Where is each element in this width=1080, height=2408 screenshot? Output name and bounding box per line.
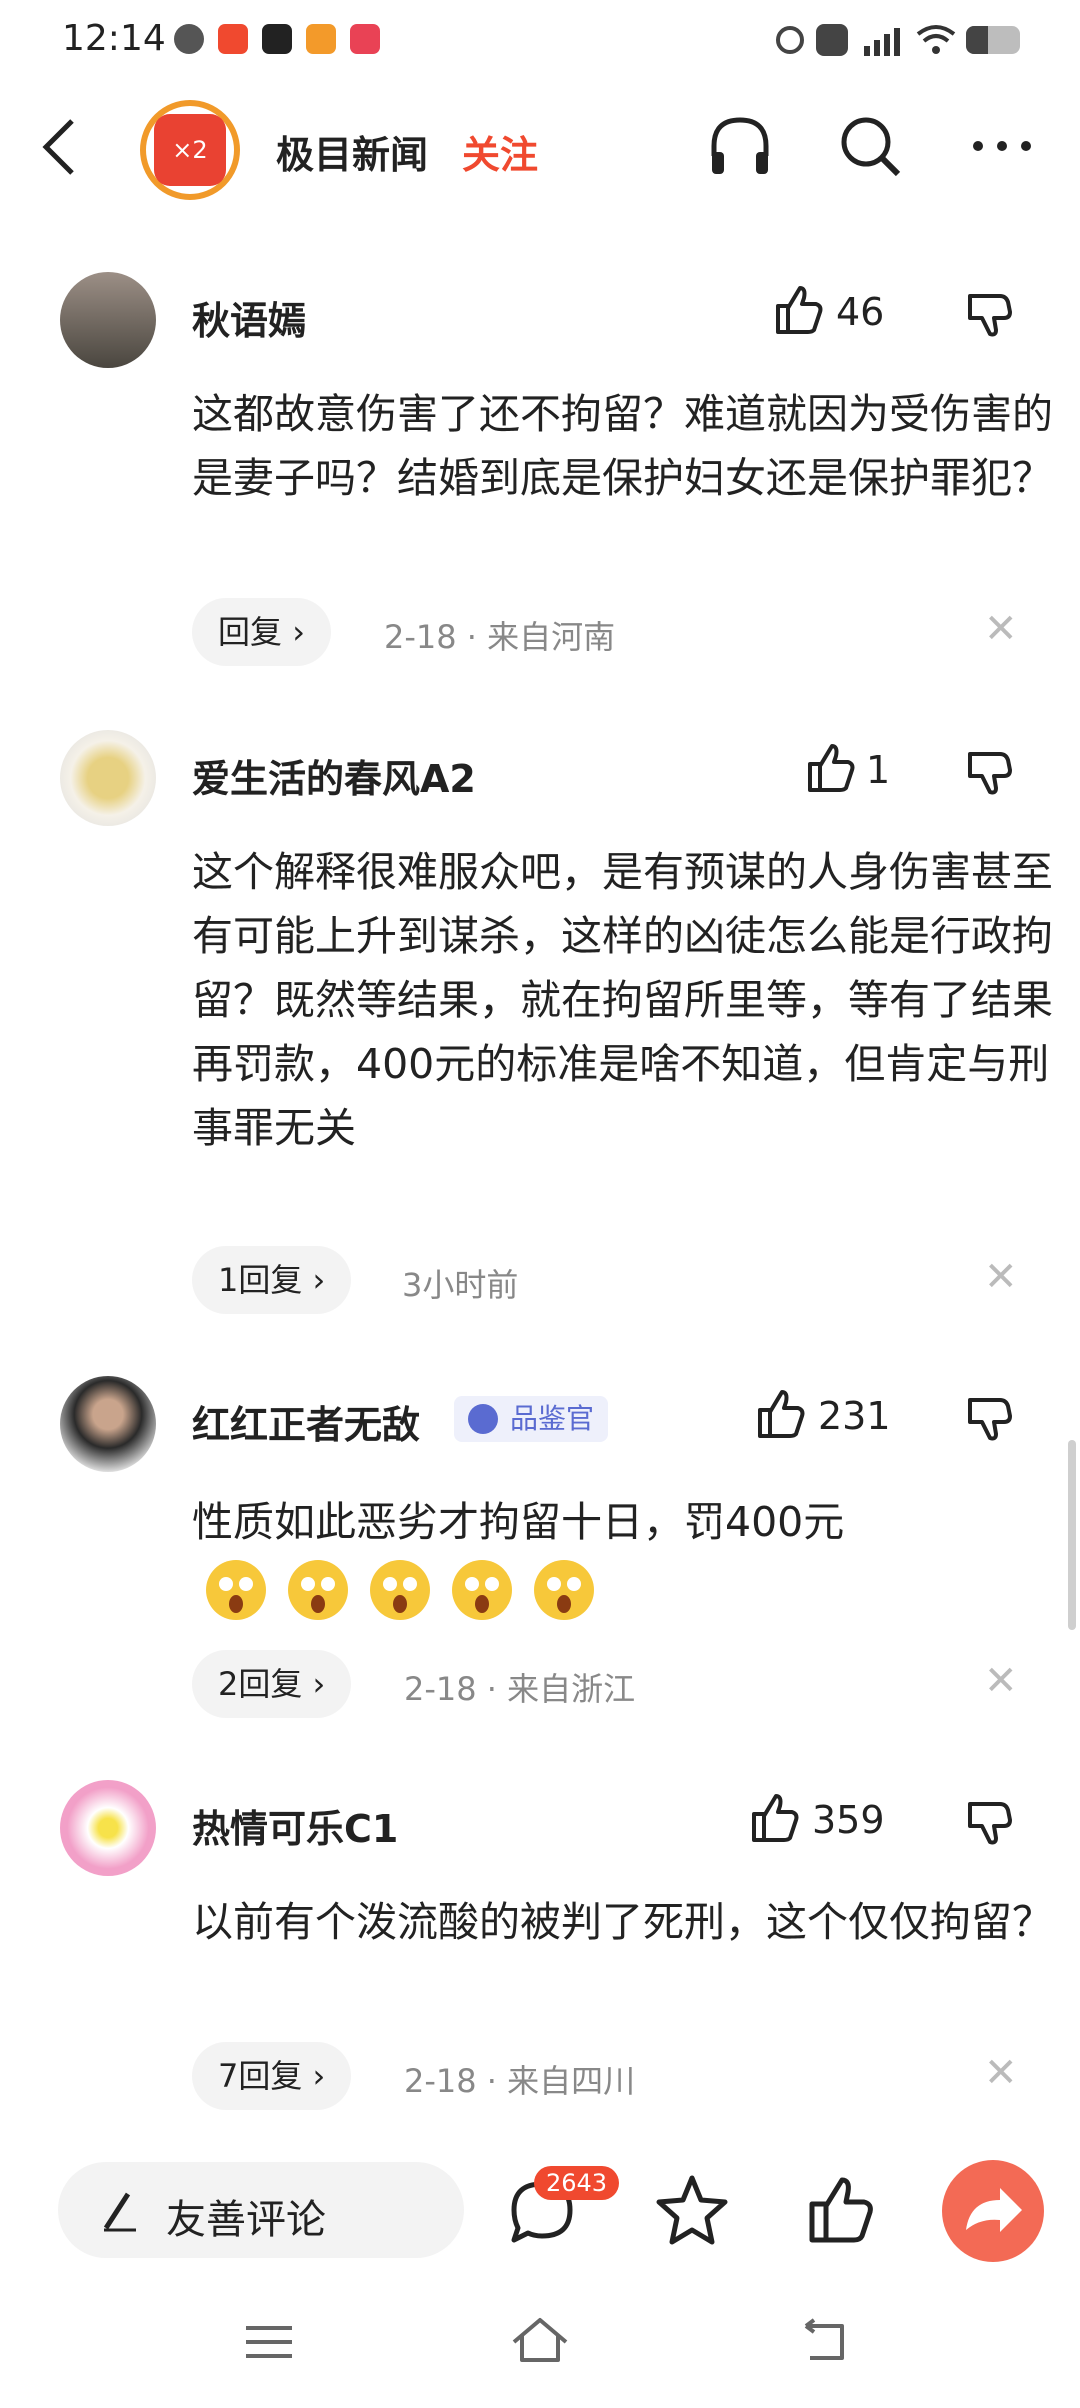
close-icon[interactable]: ✕ (984, 2050, 1018, 2096)
home-icon (512, 2318, 568, 2362)
reply-button[interactable]: 2回复 › (192, 1650, 352, 1718)
comment-meta: 3小时前 (402, 1266, 519, 1304)
thumbs-down-icon (968, 1802, 1012, 1845)
comment-text: 以前有个泼流酸的被判了死刑，这个仅仅拘留？ (192, 1898, 1053, 1946)
favorite-button[interactable] (654, 2172, 730, 2252)
thumbs-down-icon (968, 294, 1012, 337)
commenter-avatar[interactable] (60, 730, 156, 826)
shocked-emoji-icon (452, 1560, 512, 1620)
like-button[interactable] (748, 1792, 800, 1848)
wifi-icon (916, 24, 956, 56)
shocked-emoji-icon (370, 1560, 430, 1620)
comment-meta: 2-18 · 来自四川 (404, 2062, 636, 2100)
close-icon[interactable]: ✕ (984, 1658, 1018, 1704)
shocked-emoji-icon (206, 1560, 266, 1620)
signal-icon (860, 22, 908, 58)
like-count: 46 (836, 290, 885, 334)
status-time: 12:14 (62, 18, 166, 59)
reply-label: 2回复 (218, 1665, 303, 1703)
thumbs-up-icon (809, 2177, 873, 2243)
star-icon (656, 2175, 728, 2245)
reply-button[interactable]: 回复 › (192, 598, 331, 666)
emoji-row (196, 1556, 616, 1626)
dislike-button[interactable] (966, 290, 1014, 342)
comment-text: 性质如此恶劣才拘留十日，罚400元 (192, 1498, 845, 1546)
app-notification-icon (262, 24, 292, 54)
comment-text: 这都故意伤害了还不拘留？难道就因为受伤害的是妻子吗？结婚到底是保护妇女还是保护罪… (192, 390, 1053, 502)
like-count: 359 (812, 1798, 885, 1842)
commenter-name[interactable]: 秋语嫣 (192, 290, 306, 345)
comment-count-badge: 2643 (534, 2166, 620, 2200)
commenter-name[interactable]: 爱生活的春风A2 (192, 748, 476, 803)
comment-meta: 2-18 · 来自浙江 (404, 1670, 636, 1708)
thumbs-up-icon (808, 744, 855, 792)
thumbs-up-icon (776, 286, 823, 334)
share-button[interactable] (942, 2160, 1044, 2262)
battery-icon (966, 26, 1020, 54)
app-notification-icon (306, 24, 336, 54)
commenter-avatar[interactable] (60, 1780, 156, 1876)
thumbs-up-icon (758, 1390, 805, 1438)
badge-label: 品鉴官 (510, 1402, 595, 1435)
back-button[interactable] (38, 115, 78, 190)
verified-icon (468, 1404, 498, 1434)
publisher-avatar-badge: ×2 (154, 114, 226, 186)
app-notification-icon (350, 24, 380, 54)
more-icon (973, 141, 1031, 151)
like-button[interactable] (754, 1388, 806, 1444)
back-nav-button[interactable] (796, 2318, 848, 2368)
publisher-name[interactable]: 极目新闻 (276, 124, 428, 179)
dislike-button[interactable] (966, 748, 1014, 800)
shocked-emoji-icon (288, 1560, 348, 1620)
thumbs-down-icon (968, 1398, 1012, 1441)
reply-button[interactable]: 7回复 › (192, 2042, 352, 2110)
hd-icon (816, 24, 848, 56)
app-notification-icon (174, 24, 204, 54)
search-button[interactable] (834, 110, 906, 182)
like-button[interactable] (804, 742, 856, 798)
close-icon[interactable]: ✕ (984, 1254, 1018, 1300)
search-icon (841, 117, 901, 177)
shocked-emoji-icon (534, 1560, 594, 1620)
like-count: 1 (866, 748, 891, 792)
like-button[interactable] (772, 284, 824, 340)
app-notification-icon (218, 24, 248, 54)
reply-label: 回复 (218, 613, 283, 651)
menu-icon (246, 2326, 292, 2358)
commenter-avatar[interactable] (60, 1376, 156, 1472)
comment-meta: 2-18 · 来自河南 (384, 618, 616, 656)
commenter-name[interactable]: 热情可乐C1 (192, 1798, 398, 1853)
comment-text: 这个解释很难服众吧，是有预谋的人身伤害甚至有可能上升到谋杀，这样的凶徒怎么能是行… (192, 848, 1053, 1152)
status-bar: 12:14 (0, 0, 1080, 86)
reply-label: 7回复 (218, 2057, 303, 2095)
menu-button[interactable] (244, 2322, 294, 2366)
more-button[interactable] (966, 110, 1038, 182)
home-button[interactable] (510, 2316, 570, 2368)
close-icon[interactable]: ✕ (984, 606, 1018, 652)
thumbs-up-icon (752, 1794, 799, 1842)
return-icon (804, 2318, 844, 2360)
like-count: 231 (818, 1394, 891, 1438)
follow-button[interactable]: 关注 (462, 124, 538, 179)
dislike-button[interactable] (966, 1798, 1014, 1850)
dislike-button[interactable] (966, 1394, 1014, 1446)
reply-label: 1回复 (218, 1261, 303, 1299)
commenter-avatar[interactable] (60, 272, 156, 368)
comment-input-placeholder: 友善评论 (166, 2197, 326, 2243)
back-icon (42, 119, 74, 175)
share-icon (966, 2188, 1022, 2232)
listen-button[interactable] (704, 110, 776, 182)
thumbs-down-icon (968, 752, 1012, 795)
reply-button[interactable]: 1回复 › (192, 1246, 352, 1314)
scrollbar[interactable] (1068, 1440, 1076, 1630)
pen-icon (96, 2188, 140, 2236)
headphones-icon (711, 117, 769, 174)
commenter-name[interactable]: 红红正者无敌 (192, 1394, 420, 1449)
like-article-button[interactable] (804, 2174, 876, 2250)
alarm-icon (776, 26, 804, 54)
status-badge: 品鉴官 (454, 1396, 609, 1442)
